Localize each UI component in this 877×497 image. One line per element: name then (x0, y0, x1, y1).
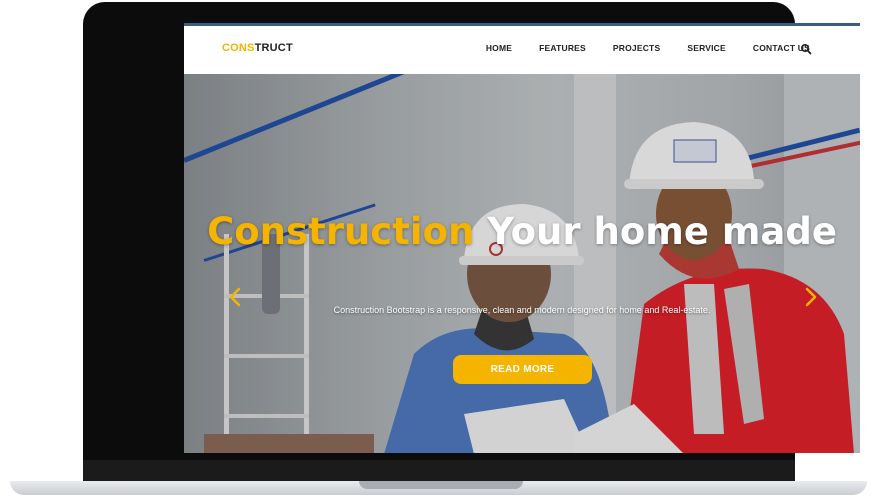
hero-headline-rest: Your home made (474, 210, 837, 253)
brand-part-2: TRUCT (254, 42, 293, 54)
nav-item-features[interactable]: FEATURES (539, 43, 586, 53)
nav-links: HOME FEATURES PROJECTS SERVICE CONTACT U… (486, 43, 810, 53)
laptop-notch (359, 481, 523, 489)
navbar: CONSTRUCT HOME FEATURES PROJECTS SERVICE… (184, 26, 860, 74)
read-more-button[interactable]: READ MORE (453, 355, 592, 384)
hero-slider: Construction Your home made Construction… (184, 74, 860, 453)
hero-subtext: Construction Bootstrap is a responsive, … (333, 305, 711, 315)
brand-part-1: CONS (222, 42, 255, 54)
chevron-left-icon[interactable] (228, 286, 242, 308)
chevron-right-icon[interactable] (804, 286, 818, 308)
nav-item-home[interactable]: HOME (486, 43, 512, 53)
hero-overlay (184, 74, 860, 453)
hero-headline: Construction Your home made (184, 210, 860, 254)
laptop-bezel: CONSTRUCT HOME FEATURES PROJECTS SERVICE… (83, 2, 860, 472)
search-icon[interactable] (800, 43, 812, 55)
laptop-screen: CONSTRUCT HOME FEATURES PROJECTS SERVICE… (184, 23, 860, 453)
nav-item-service[interactable]: SERVICE (687, 43, 726, 53)
nav-item-projects[interactable]: PROJECTS (613, 43, 660, 53)
laptop-chin (83, 460, 795, 482)
hero-headline-accent: Construction (207, 210, 475, 253)
brand-logo[interactable]: CONSTRUCT (222, 42, 293, 54)
